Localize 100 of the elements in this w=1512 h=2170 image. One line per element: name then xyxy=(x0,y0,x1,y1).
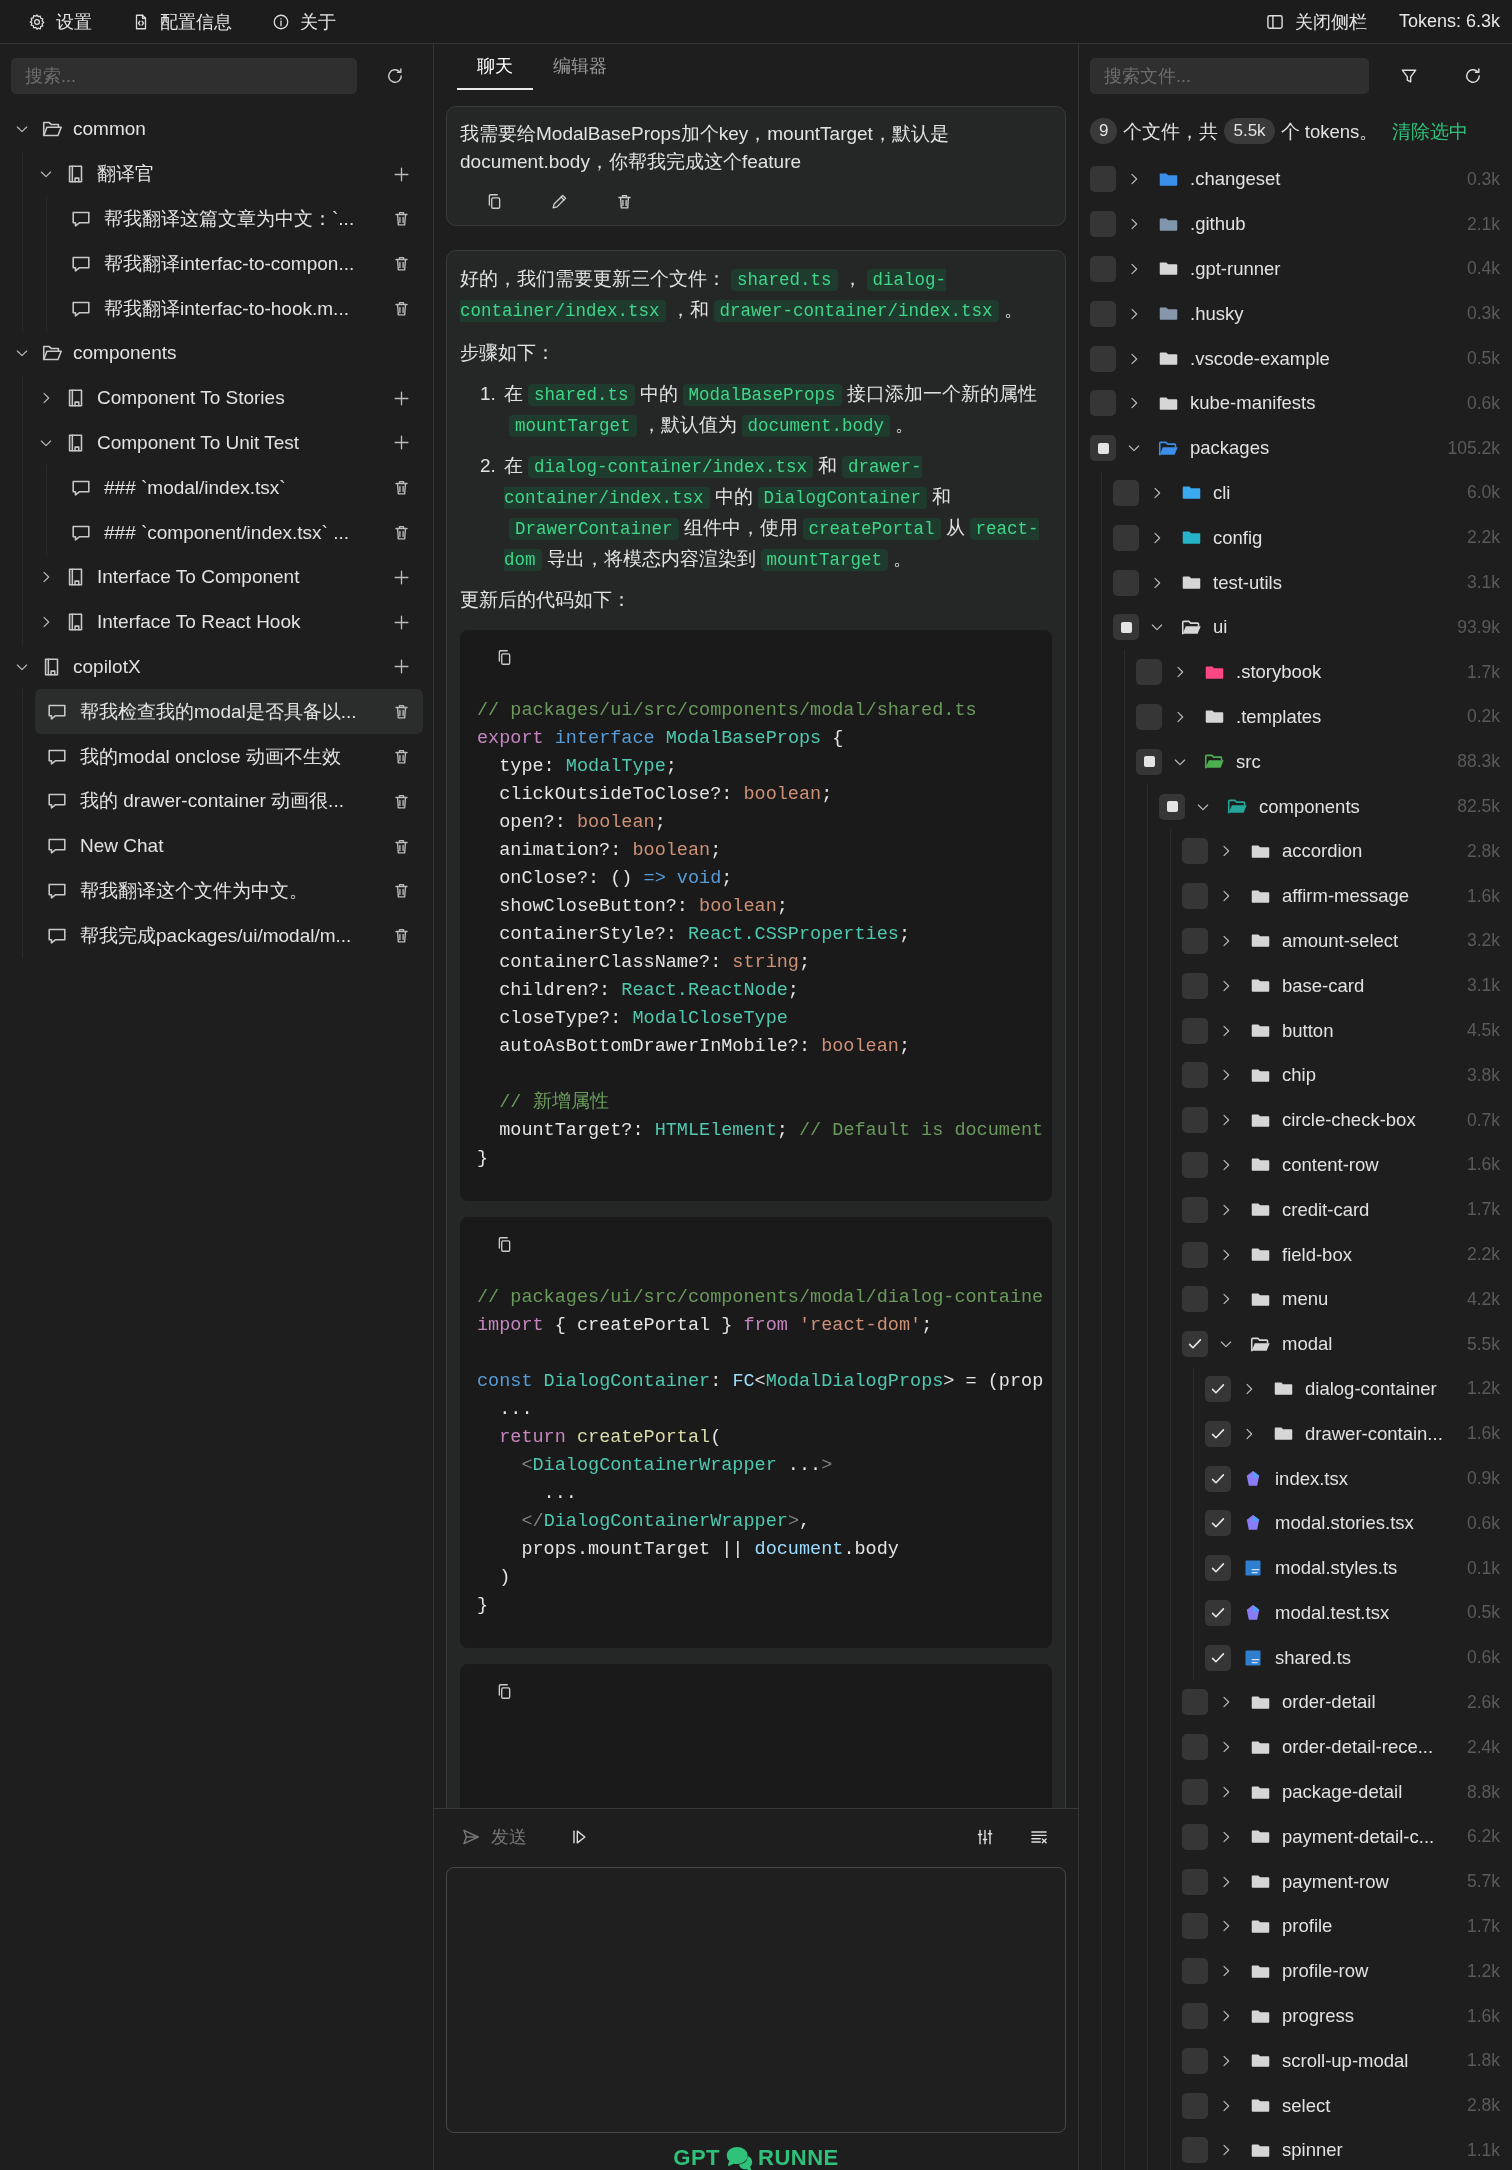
trash-icon[interactable] xyxy=(392,702,411,722)
file-tree-item[interactable]: kube-manifests 0.6k xyxy=(1090,381,1500,426)
refresh-icon[interactable] xyxy=(1463,66,1483,86)
file-tree-item[interactable]: accordion 2.8k xyxy=(1182,828,1500,874)
folder-item[interactable]: components xyxy=(11,331,423,376)
prompt-item[interactable]: copilotX xyxy=(11,644,423,690)
prompt-item[interactable]: 翻译官 xyxy=(35,151,423,197)
chat-item[interactable]: 我的modal onclose 动画不生效 xyxy=(35,734,423,779)
file-tree-item[interactable]: .storybook 1.7k xyxy=(1136,649,1500,695)
file-tree-item[interactable]: select 2.8k xyxy=(1182,2083,1500,2129)
file-tree-item[interactable]: menu 4.2k xyxy=(1182,1276,1500,1322)
search-field[interactable]: 搜索... xyxy=(11,58,357,94)
settings-button[interactable]: 设置 xyxy=(28,9,92,34)
checkbox[interactable] xyxy=(1159,793,1185,820)
checkbox[interactable] xyxy=(1090,390,1116,417)
refresh-icon[interactable] xyxy=(385,66,405,86)
file-tree-item[interactable]: shared.ts 0.6k xyxy=(1205,1635,1500,1681)
file-tree-item[interactable]: packages 105.2k xyxy=(1090,425,1500,471)
file-tree-item[interactable]: .changeset 0.3k xyxy=(1090,157,1500,202)
file-tree-item[interactable]: profile 1.7k xyxy=(1182,1904,1500,1949)
file-tree-item[interactable]: modal.styles.ts 0.1k xyxy=(1205,1545,1500,1591)
checkbox[interactable] xyxy=(1182,1196,1208,1223)
trash-icon[interactable] xyxy=(392,299,411,319)
trash-icon[interactable] xyxy=(392,747,411,767)
clear-selection-link[interactable]: 清除选中 xyxy=(1392,118,1469,144)
file-tree-item[interactable]: scroll-up-modal 1.8k xyxy=(1182,2038,1500,2084)
checkbox[interactable] xyxy=(1136,659,1162,686)
chat-item[interactable]: 帮我翻译这篇文章为中文：`... xyxy=(59,196,423,242)
file-tree-item[interactable]: affirm-message 1.6k xyxy=(1182,873,1500,919)
checkbox[interactable] xyxy=(1090,256,1116,282)
file-tree-item[interactable]: test-utils 3.1k xyxy=(1113,560,1500,605)
file-tree-item[interactable]: modal 5.5k xyxy=(1182,1321,1500,1367)
checkbox[interactable] xyxy=(1182,2047,1208,2074)
chat-item[interactable]: ### `component/index.tsx` ... xyxy=(59,510,423,555)
file-tree-item[interactable]: modal.stories.tsx 0.6k xyxy=(1205,1500,1500,1546)
config-info-button[interactable]: 配置信息 xyxy=(132,9,232,34)
trash-icon[interactable] xyxy=(392,478,411,498)
folder-item[interactable]: common xyxy=(11,107,423,152)
prompt-item[interactable]: Component To Unit Test xyxy=(35,420,423,466)
checkbox[interactable] xyxy=(1205,1465,1231,1492)
checkbox[interactable] xyxy=(1182,1107,1208,1134)
filter-icon[interactable] xyxy=(1399,66,1419,86)
checkbox[interactable] xyxy=(1205,1599,1231,1626)
sliders-icon[interactable] xyxy=(975,1827,995,1847)
checkbox[interactable] xyxy=(1090,435,1116,462)
pencil-icon[interactable] xyxy=(550,192,569,211)
file-tree-item[interactable]: .vscode-example 0.5k xyxy=(1090,336,1500,381)
checkbox[interactable] xyxy=(1182,838,1208,865)
checkbox[interactable] xyxy=(1182,927,1208,954)
trash-icon[interactable] xyxy=(392,254,411,274)
checkbox[interactable] xyxy=(1182,1868,1208,1895)
chat-item[interactable]: ### `modal/index.tsx` xyxy=(59,465,423,511)
checkbox[interactable] xyxy=(1136,703,1162,730)
checkbox[interactable] xyxy=(1090,211,1116,238)
checkbox[interactable] xyxy=(1113,524,1139,551)
chat-item[interactable]: 帮我翻译这个文件为中文。 xyxy=(35,868,423,914)
file-tree-item[interactable]: button 4.5k xyxy=(1182,1008,1500,1053)
checkbox[interactable] xyxy=(1182,1913,1208,1940)
file-tree-item[interactable]: modal.test.tsx 0.5k xyxy=(1205,1590,1500,1636)
checkbox[interactable] xyxy=(1182,1779,1208,1806)
checkbox[interactable] xyxy=(1182,2137,1208,2164)
checkbox[interactable] xyxy=(1205,1420,1231,1447)
file-tree-item[interactable]: progress 1.6k xyxy=(1182,1993,1500,2039)
close-sidebar-button[interactable]: 关闭侧栏 xyxy=(1264,9,1367,34)
checkbox[interactable] xyxy=(1182,972,1208,999)
file-tree-item[interactable]: cli 6.0k xyxy=(1113,470,1500,516)
file-tree-item[interactable]: ui 93.9k xyxy=(1113,604,1500,650)
file-tree-item[interactable]: field-box 2.2k xyxy=(1182,1232,1500,1277)
checkbox[interactable] xyxy=(1182,1017,1208,1044)
plus-icon[interactable] xyxy=(392,612,411,632)
checkbox[interactable] xyxy=(1205,1375,1231,1402)
chat-item[interactable]: 帮我翻译interfac-to-hook.m... xyxy=(59,286,423,331)
checkbox[interactable] xyxy=(1182,1958,1208,1985)
file-tree-item[interactable]: circle-check-box 0.7k xyxy=(1182,1097,1500,1143)
prompt-item[interactable]: Interface To Component xyxy=(35,554,423,600)
file-tree-item[interactable]: .templates 0.2k xyxy=(1136,694,1500,740)
file-tree-item[interactable]: index.tsx 0.9k xyxy=(1205,1456,1500,1501)
file-tree-item[interactable]: src 88.3k xyxy=(1136,739,1500,785)
search-field[interactable]: 搜索文件... xyxy=(1090,58,1369,94)
checkbox[interactable] xyxy=(1182,1689,1208,1716)
chat-item[interactable]: 帮我翻译interfac-to-compon... xyxy=(59,241,423,287)
file-tree-item[interactable]: .gpt-runner 0.4k xyxy=(1090,246,1500,292)
file-tree-item[interactable]: chip 3.8k xyxy=(1182,1052,1500,1098)
file-tree-item[interactable]: payment-row 5.7k xyxy=(1182,1859,1500,1905)
checkbox[interactable] xyxy=(1090,345,1116,372)
file-tree-item[interactable]: profile-row 1.2k xyxy=(1182,1948,1500,1994)
file-tree-item[interactable]: content-row 1.6k xyxy=(1182,1142,1500,1188)
prompt-item[interactable]: Interface To React Hook xyxy=(35,599,423,645)
file-tree-item[interactable]: spinner 1.1k xyxy=(1182,2128,1500,2170)
chat-item[interactable]: 我的 drawer-container 动画很... xyxy=(35,778,423,824)
file-tree-item[interactable]: .husky 0.3k xyxy=(1090,291,1500,337)
trash-icon[interactable] xyxy=(392,523,411,543)
checkbox[interactable] xyxy=(1182,1241,1208,1268)
file-tree-item[interactable]: config 2.2k xyxy=(1113,515,1500,561)
chat-item[interactable]: New Chat xyxy=(35,823,423,869)
chat-item[interactable]: 帮我完成packages/ui/modal/m... xyxy=(35,913,423,959)
file-tree-item[interactable]: order-detail-rece... 2.4k xyxy=(1182,1724,1500,1770)
checkbox[interactable] xyxy=(1090,166,1116,193)
checkbox[interactable] xyxy=(1136,748,1162,775)
trash-icon[interactable] xyxy=(392,926,411,946)
